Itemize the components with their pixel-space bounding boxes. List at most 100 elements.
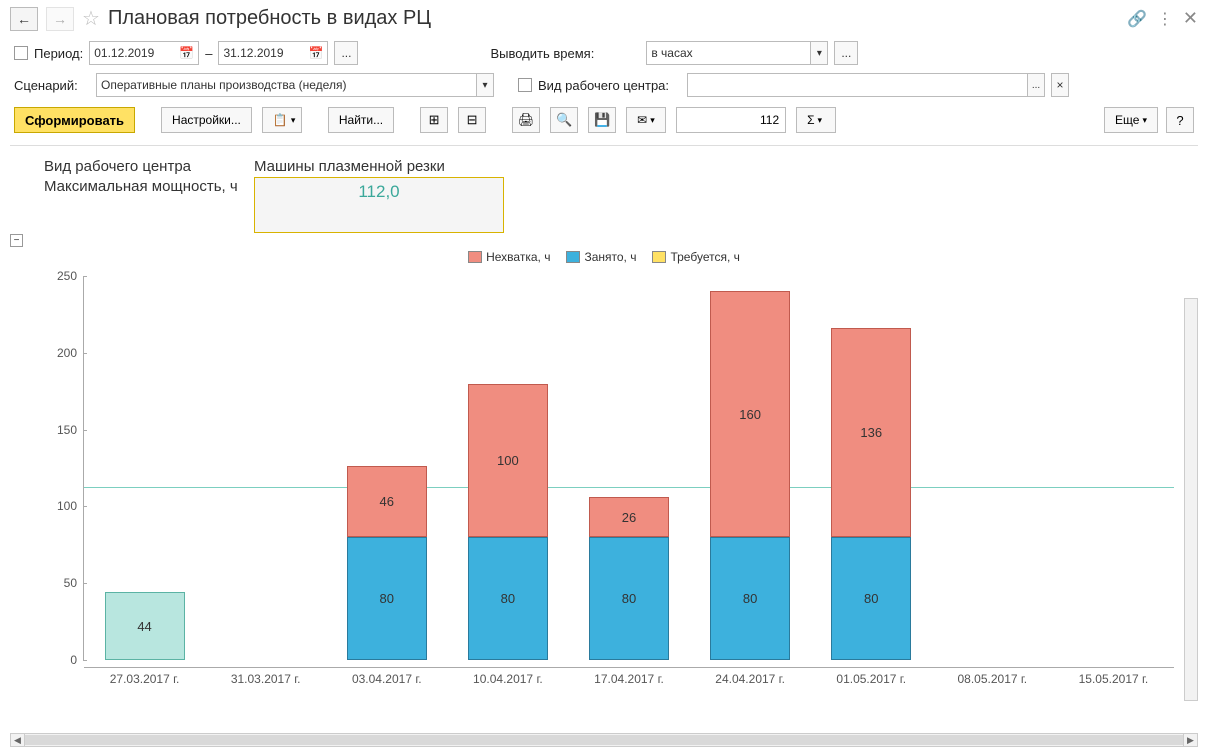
date-from-input[interactable]: 01.12.2019 📅 bbox=[89, 41, 199, 65]
y-tick: 100 bbox=[41, 499, 83, 513]
time-extra-button[interactable]: ... bbox=[834, 41, 858, 65]
preview-icon: 🔍 bbox=[556, 112, 572, 128]
settings-button[interactable]: Настройки... bbox=[161, 107, 252, 133]
scroll-left-arrow[interactable]: ◀ bbox=[11, 734, 25, 746]
more-button[interactable]: Еще ▾ bbox=[1104, 107, 1158, 133]
scroll-thumb[interactable] bbox=[25, 735, 1183, 745]
scenario-value: Оперативные планы производства (неделя) bbox=[101, 78, 346, 92]
legend: Нехватка, ч Занято, ч Требуется, ч bbox=[10, 250, 1198, 264]
date-to-input[interactable]: 31.12.2019 📅 bbox=[218, 41, 328, 65]
bar-segment-required: 44 bbox=[105, 592, 185, 660]
x-tick-label: 24.04.2017 г. bbox=[690, 672, 810, 686]
help-button[interactable]: ? bbox=[1166, 107, 1194, 133]
wc-picker-button[interactable]: ... bbox=[1027, 73, 1045, 97]
preview-button[interactable]: 🔍 bbox=[550, 107, 578, 133]
y-tick: 150 bbox=[41, 423, 83, 437]
date-to-value: 31.12.2019 bbox=[223, 46, 283, 60]
wc-type-value: Машины плазменной резки bbox=[254, 158, 445, 175]
max-capacity-label: Максимальная мощность, ч bbox=[44, 177, 254, 233]
bar-segment-shortage: 26 bbox=[589, 497, 669, 537]
favorite-star-icon[interactable]: ☆ bbox=[82, 6, 100, 31]
period-checkbox[interactable] bbox=[14, 46, 28, 60]
x-axis bbox=[84, 667, 1174, 668]
find-button[interactable]: Найти... bbox=[328, 107, 394, 133]
bar-segment-busy: 80 bbox=[468, 537, 548, 660]
bar-segment-shortage: 136 bbox=[831, 328, 911, 537]
legend-swatch-blue bbox=[566, 251, 580, 263]
legend-label-busy: Занято, ч bbox=[584, 250, 636, 264]
date-separator: – bbox=[205, 46, 212, 61]
period-label: Период: bbox=[34, 46, 83, 61]
calendar-icon[interactable]: 📅 bbox=[309, 46, 324, 60]
sum-input[interactable] bbox=[676, 107, 786, 133]
wc-label: Вид рабочего центра: bbox=[538, 78, 669, 93]
expand-icon: ⊞ bbox=[429, 112, 440, 128]
x-tick-label: 17.04.2017 г. bbox=[569, 672, 689, 686]
variants-button[interactable]: 📋▾ bbox=[262, 107, 302, 133]
plot-area: 050100150200250 448046801008026801608013… bbox=[44, 276, 1174, 686]
print-icon: 🖨 bbox=[518, 112, 535, 128]
legend-swatch-red bbox=[468, 251, 482, 263]
mail-icon: ✉ bbox=[637, 113, 647, 127]
scroll-right-arrow[interactable]: ▶ bbox=[1183, 734, 1197, 746]
x-tick-label: 10.04.2017 г. bbox=[448, 672, 568, 686]
print-button[interactable]: 🖨 bbox=[512, 107, 540, 133]
x-tick-label: 03.04.2017 г. bbox=[327, 672, 447, 686]
horizontal-scrollbar[interactable]: ◀ ▶ bbox=[10, 733, 1198, 747]
bar-segment-busy: 80 bbox=[710, 537, 790, 660]
time-select[interactable]: в часах ▾ bbox=[646, 41, 828, 65]
vertical-scrollbar[interactable] bbox=[1184, 298, 1198, 701]
send-button[interactable]: ✉▾ bbox=[626, 107, 666, 133]
wc-type-label: Вид рабочего центра bbox=[44, 158, 254, 175]
generate-button[interactable]: Сформировать bbox=[14, 107, 135, 133]
time-value: в часах bbox=[651, 46, 692, 60]
x-tick-label: 31.03.2017 г. bbox=[206, 672, 326, 686]
bar-segment-shortage: 100 bbox=[468, 384, 548, 538]
bar-segment-shortage: 46 bbox=[347, 466, 427, 537]
x-labels: 27.03.2017 г.31.03.2017 г.03.04.2017 г.1… bbox=[84, 672, 1174, 692]
chart-area: − Вид рабочего центра Машины плазменной … bbox=[10, 145, 1198, 725]
save-button[interactable]: 💾 bbox=[588, 107, 616, 133]
collapse-icon: ⊟ bbox=[467, 112, 478, 128]
sum-button[interactable]: Σ▾ bbox=[796, 107, 836, 133]
legend-swatch-yellow bbox=[652, 251, 666, 263]
x-tick-label: 08.05.2017 г. bbox=[932, 672, 1052, 686]
calendar-icon[interactable]: 📅 bbox=[179, 46, 194, 60]
more-label: Еще bbox=[1115, 113, 1139, 127]
y-tick: 0 bbox=[41, 653, 83, 667]
date-from-value: 01.12.2019 bbox=[94, 46, 154, 60]
nav-forward-button[interactable]: → bbox=[46, 7, 74, 31]
page-title: Плановая потребность в видах РЦ bbox=[108, 7, 431, 30]
x-tick-label: 01.05.2017 г. bbox=[811, 672, 931, 686]
legend-label-shortage: Нехватка, ч bbox=[486, 250, 550, 264]
collapse-button[interactable]: ⊟ bbox=[458, 107, 486, 133]
more-menu-icon[interactable]: ⋮ bbox=[1157, 9, 1173, 29]
bar-segment-busy: 80 bbox=[347, 537, 427, 660]
legend-label-required: Требуется, ч bbox=[670, 250, 739, 264]
bars-container: 4480468010080268016080136 bbox=[84, 276, 1174, 660]
y-tick: 250 bbox=[41, 269, 83, 283]
time-label: Выводить время: bbox=[490, 46, 594, 61]
close-icon[interactable]: ✕ bbox=[1183, 8, 1198, 29]
fold-handle[interactable]: − bbox=[10, 234, 23, 247]
wc-checkbox[interactable] bbox=[518, 78, 532, 92]
nav-back-button[interactable]: ← bbox=[10, 7, 38, 31]
dropdown-icon[interactable]: ▾ bbox=[476, 73, 494, 97]
y-axis: 050100150200250 bbox=[44, 276, 84, 660]
y-tick: 200 bbox=[41, 346, 83, 360]
period-picker-button[interactable]: ... bbox=[334, 41, 358, 65]
y-tick: 50 bbox=[41, 576, 83, 590]
bar-segment-busy: 80 bbox=[589, 537, 669, 660]
link-icon[interactable]: 🔗 bbox=[1127, 9, 1147, 29]
max-capacity-value: 112,0 bbox=[254, 177, 504, 233]
wc-clear-button[interactable]: × bbox=[1051, 73, 1069, 97]
save-icon: 💾 bbox=[594, 112, 610, 128]
x-tick-label: 15.05.2017 г. bbox=[1053, 672, 1173, 686]
bar-segment-shortage: 160 bbox=[710, 291, 790, 537]
bar-segment-busy: 80 bbox=[831, 537, 911, 660]
wc-select[interactable]: ... bbox=[687, 73, 1045, 97]
scenario-select[interactable]: Оперативные планы производства (неделя) … bbox=[96, 73, 494, 97]
expand-button[interactable]: ⊞ bbox=[420, 107, 448, 133]
scenario-label: Сценарий: bbox=[14, 78, 76, 93]
dropdown-icon[interactable]: ▾ bbox=[810, 41, 828, 65]
